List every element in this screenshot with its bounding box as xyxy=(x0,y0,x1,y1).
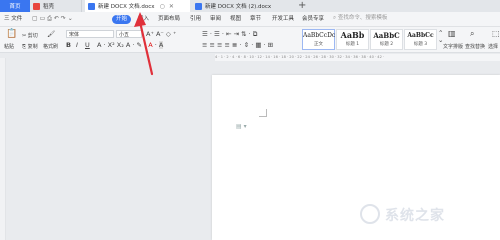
tab-other-label: 新建 DOCX 文档 (2).docx xyxy=(205,4,272,10)
menu-chapter[interactable]: 章节 xyxy=(250,12,261,26)
tab-daoke[interactable]: 稻壳 xyxy=(30,0,82,12)
style-heading-1-name: 标题 1 xyxy=(345,42,360,47)
menu-insert[interactable]: 插入 xyxy=(138,12,149,26)
text-tools-label[interactable]: 文字排版 xyxy=(443,43,463,50)
cut-label: 剪切 xyxy=(27,33,38,39)
paste-label[interactable]: 粘贴 xyxy=(4,43,14,50)
style-normal-name: 正文 xyxy=(314,42,323,47)
tab-daoke-label: 稻壳 xyxy=(43,4,55,10)
paste-icon[interactable]: 📋 xyxy=(6,30,17,39)
format-painter-label[interactable]: 格式刷 xyxy=(43,43,58,50)
font-name-select[interactable]: 宋体 xyxy=(66,30,114,38)
cut-button[interactable]: ✂ 剪切 xyxy=(22,32,38,39)
list-icons[interactable]: ☰ · ☰ · ⇤ ⇥ ⇅ · ⧉ xyxy=(202,31,257,38)
font-grow-icon[interactable]: A⁺ A⁻ ◇ ⁺ xyxy=(146,31,176,38)
tab-other-document[interactable]: 新建 DOCX 文档 (2).docx xyxy=(192,0,292,12)
styles-scroll-icon[interactable]: ⌃ ⌄ xyxy=(438,30,443,44)
watermark-text: 系统之家 xyxy=(385,208,445,224)
align-icons[interactable]: ≡ ≡ ≡ ≡ ≣ · ⇕ · ▦ · ⊞ xyxy=(202,42,273,49)
text-tools-icon: ▥ xyxy=(448,29,456,38)
underline-icon[interactable]: U xyxy=(85,42,90,49)
style-normal[interactable]: AaBbCcDc 正文 xyxy=(302,29,335,50)
new-tab-button[interactable]: + xyxy=(298,0,306,12)
tab-home[interactable]: 首页 xyxy=(0,0,30,12)
menu-file[interactable]: 三 文件 xyxy=(4,12,22,26)
find-replace-label[interactable]: 查找替换 xyxy=(465,43,485,50)
font-name-value: 宋体 xyxy=(69,32,80,38)
menu-start[interactable]: 开始 xyxy=(112,14,132,24)
style-heading-2-name: 标题 2 xyxy=(379,42,394,47)
style-normal-preview: AaBbCcDc xyxy=(303,32,336,39)
document-page[interactable] xyxy=(212,75,500,240)
font-size-value: 小五 xyxy=(119,32,130,38)
copy-button[interactable]: ⎘ 复制 xyxy=(22,43,38,50)
writer-doc-icon xyxy=(195,2,202,10)
copy-icon: ⎘ xyxy=(22,44,27,50)
menu-page-layout[interactable]: 页面布局 xyxy=(158,12,180,26)
format-painter-icon[interactable]: 🖌 xyxy=(47,31,55,38)
tab-status-dot-icon: ○ xyxy=(159,2,165,10)
menu-review[interactable]: 审阅 xyxy=(210,12,221,26)
font-size-select[interactable]: 小五 xyxy=(116,30,142,38)
tab-home-label: 首页 xyxy=(9,4,21,10)
search-placeholder: 查找命令、搜索模板 xyxy=(337,15,388,21)
bold-icon[interactable]: B xyxy=(66,42,71,49)
close-icon[interactable]: ✕ xyxy=(169,3,174,10)
style-heading-2-preview: AaBbC xyxy=(373,31,400,40)
writer-doc-icon xyxy=(88,2,95,10)
style-heading-2[interactable]: AaBbC 标题 2 xyxy=(370,29,403,50)
vertical-ruler xyxy=(0,58,6,240)
italic-icon[interactable]: I xyxy=(76,42,78,49)
cut-icon: ✂ xyxy=(22,33,27,39)
style-heading-3-preview: AaBbCc xyxy=(407,32,434,39)
copy-label: 复制 xyxy=(27,44,38,50)
menu-dev-tools[interactable]: 开发工具 xyxy=(272,12,294,26)
toolbar-quick-icons[interactable]: ▢ ▭ ⎙ ↶ ↷ ⌄ xyxy=(32,12,73,26)
style-heading-3[interactable]: AaBbCc 标题 3 xyxy=(404,29,437,50)
daoke-icon xyxy=(33,2,40,10)
search-input[interactable]: ⌕ 查找命令、搜索模板 xyxy=(333,14,428,23)
page-margin-marker xyxy=(259,109,267,117)
search-icon: ⌕ xyxy=(333,15,337,21)
style-heading-1[interactable]: AaBb 标题 1 xyxy=(336,29,369,50)
menu-references[interactable]: 引用 xyxy=(190,12,201,26)
find-replace-icon: ⌕ xyxy=(470,29,475,38)
menu-member[interactable]: 会员专享 xyxy=(302,12,324,26)
watermark-logo-icon xyxy=(360,204,380,224)
tab-active-document[interactable]: 新建 DOCX 文档.docx ○ ✕ xyxy=(85,0,190,12)
select-icon: ⬚ xyxy=(492,29,500,38)
horizontal-ruler: 4 · 1 · 2 · 4 · 6 · 8 · 10 · 12 · 14 · 1… xyxy=(215,54,500,61)
select-label[interactable]: 选择 xyxy=(488,43,498,50)
menu-view[interactable]: 视图 xyxy=(230,12,241,26)
style-heading-1-preview: AaBb xyxy=(340,30,365,40)
paragraph-options-icon[interactable]: ▤ ▾ xyxy=(236,123,247,130)
tab-active-label: 新建 DOCX 文档.docx xyxy=(98,4,155,10)
text-effects-icons[interactable]: A · X² X₂ A · ✎ · A · A xyxy=(97,41,164,49)
style-heading-3-name: 标题 3 xyxy=(413,42,428,47)
